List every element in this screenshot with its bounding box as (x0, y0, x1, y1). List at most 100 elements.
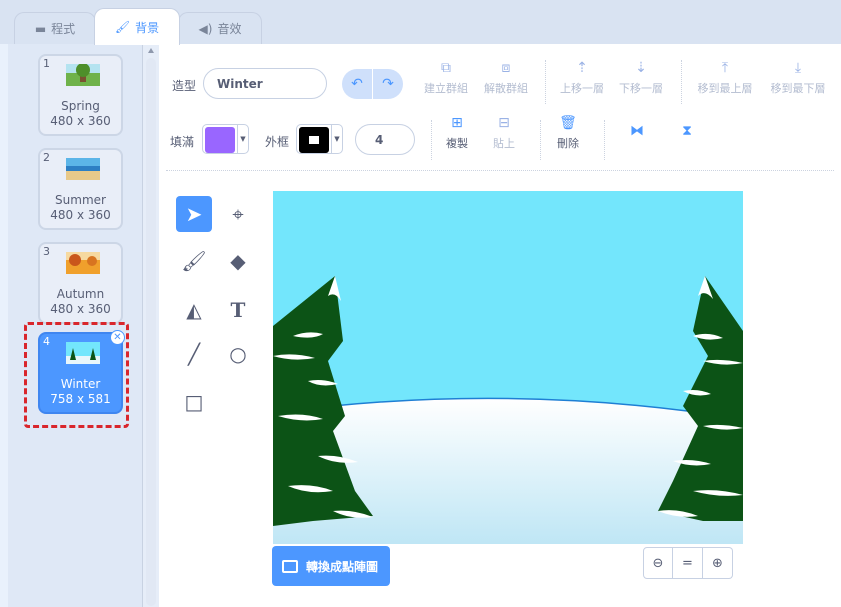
line-tool[interactable]: ╱ (176, 336, 212, 372)
zoom-in-button[interactable]: ⊕ (703, 547, 733, 579)
autumn-thumbnail (66, 252, 100, 274)
costume-number: 3 (43, 245, 50, 258)
undo-icon: ↶ (351, 76, 363, 92)
tab-backdrops-label: 背景 (135, 20, 160, 35)
divider (431, 120, 432, 160)
fill-color-swatch (205, 127, 235, 153)
brush-icon: 🖌 (181, 249, 207, 273)
paint-brush-icon: 🖌 (114, 20, 131, 34)
winter-backdrop (273, 191, 743, 544)
fill-label: 填滿 (170, 135, 195, 149)
outline-color-picker[interactable]: ▼ (296, 124, 343, 154)
fill-tool[interactable]: ◭ (176, 292, 212, 328)
code-icon: ▬ (34, 21, 47, 36)
toolbar-divider (166, 170, 834, 171)
text-icon: T (230, 298, 246, 322)
front-button[interactable]: ⤒ 移到最上層 (692, 60, 758, 95)
divider (545, 60, 546, 104)
copy-icon: ⊞ (451, 115, 463, 131)
eraser-icon: ◆ (230, 249, 246, 273)
image-icon (282, 559, 298, 573)
ungroup-button[interactable]: ⧈ 解散群組 (479, 60, 533, 95)
backward-button[interactable]: ⇣ 下移一層 (615, 60, 667, 95)
ungroup-label: 解散群組 (484, 82, 528, 95)
arrow-top-icon: ⤒ (721, 60, 729, 76)
undo-button[interactable]: ↶ (342, 69, 372, 99)
tab-code[interactable]: ▬ 程式 (14, 12, 96, 44)
redo-icon: ↷ (382, 76, 394, 92)
flip-horizontal-button[interactable]: ⧓ (625, 123, 649, 145)
rectangle-icon: □ (184, 390, 204, 414)
costume-item-spring[interactable]: 1 Spring 480 x 360 (38, 54, 123, 136)
costume-name: Autumn (56, 287, 105, 301)
reshape-icon: ⌖ (232, 202, 244, 226)
tab-sounds-label: 音效 (217, 22, 242, 36)
selection-highlight (24, 322, 129, 428)
arrow-down-icon: ⇣ (635, 60, 647, 76)
costume-name: Summer (55, 193, 106, 207)
copy-button[interactable]: ⊞ 複製 (440, 115, 474, 150)
zoom-out-button[interactable]: ⊖ (643, 547, 673, 579)
paint-canvas[interactable] (273, 191, 743, 544)
costume-label: 造型 (172, 79, 197, 93)
convert-to-bitmap-button[interactable]: 轉換成點陣圖 (272, 546, 390, 586)
zoom-reset-label: = (682, 555, 693, 571)
reshape-tool[interactable]: ⌖ (220, 196, 256, 232)
costume-number: 1 (43, 57, 50, 70)
ungroup-icon: ⧈ (501, 60, 511, 76)
trash-icon: 🗑 (559, 115, 577, 131)
outline-width-input[interactable]: 4 (355, 124, 415, 155)
costume-name-input[interactable]: Winter (203, 68, 327, 99)
speaker-icon: ◀) (198, 21, 213, 36)
forward-button[interactable]: ⇡ 上移一層 (557, 60, 607, 95)
dropdown-arrow-icon: ▼ (331, 125, 342, 153)
paste-label: 貼上 (493, 137, 515, 150)
outline-color-swatch (299, 127, 329, 153)
convert-label: 轉換成點陣圖 (306, 559, 379, 574)
text-tool[interactable]: T (220, 292, 256, 328)
arrow-up-icon: ⇡ (576, 60, 588, 76)
costume-list-scrollbar[interactable] (143, 44, 159, 607)
divider (540, 120, 541, 160)
scroll-thumb[interactable] (146, 58, 156, 606)
zoom-reset-button[interactable]: = (673, 547, 703, 579)
costume-size: 480 x 360 (50, 208, 111, 222)
paste-icon: ⊟ (498, 115, 510, 131)
rectangle-tool[interactable]: □ (176, 384, 212, 420)
front-label: 移到最上層 (697, 82, 753, 95)
brush-tool[interactable]: 🖌 (176, 243, 212, 279)
tab-bar: ▬ 程式 🖌 背景 ◀) 音效 (0, 0, 841, 45)
circle-tool[interactable]: ○ (220, 336, 256, 372)
tab-sounds[interactable]: ◀) 音效 (178, 12, 262, 44)
scroll-up-arrow-icon[interactable] (148, 48, 154, 53)
flip-vertical-icon: ⧗ (682, 123, 692, 139)
back-button[interactable]: ⤓ 移到最下層 (765, 60, 831, 95)
forward-label: 上移一層 (560, 82, 604, 95)
copy-label: 複製 (446, 137, 468, 150)
flip-horizontal-icon: ⧓ (630, 123, 644, 139)
fill-color-picker[interactable]: ▼ (202, 124, 249, 154)
group-icon: ⧉ (441, 60, 451, 76)
tab-backdrops[interactable]: 🖌 背景 (94, 8, 180, 45)
paint-bucket-icon: ◭ (186, 298, 202, 322)
circle-icon: ○ (229, 342, 247, 366)
delete-button[interactable]: 🗑 刪除 (551, 115, 585, 150)
costume-number: 2 (43, 151, 50, 164)
arrow-bottom-icon: ⤓ (794, 60, 802, 76)
flip-vertical-button[interactable]: ⧗ (675, 123, 699, 145)
arrow-pointer-icon: ➤ (185, 202, 203, 226)
redo-button[interactable]: ↷ (373, 69, 403, 99)
back-label: 移到最下層 (770, 82, 826, 95)
costume-size: 480 x 360 (50, 302, 111, 316)
spring-thumbnail (66, 64, 100, 86)
costume-name: Spring (61, 99, 100, 113)
outline-label: 外框 (265, 135, 290, 149)
eraser-tool[interactable]: ◆ (220, 243, 256, 279)
paste-button[interactable]: ⊟ 貼上 (487, 115, 521, 150)
select-tool[interactable]: ➤ (176, 196, 212, 232)
costume-item-autumn[interactable]: 3 Autumn 480 x 360 (38, 242, 123, 324)
divider (681, 60, 682, 104)
group-button[interactable]: ⧉ 建立群組 (421, 60, 471, 95)
costume-item-summer[interactable]: 2 Summer 480 x 360 (38, 148, 123, 230)
backward-label: 下移一層 (619, 82, 663, 95)
